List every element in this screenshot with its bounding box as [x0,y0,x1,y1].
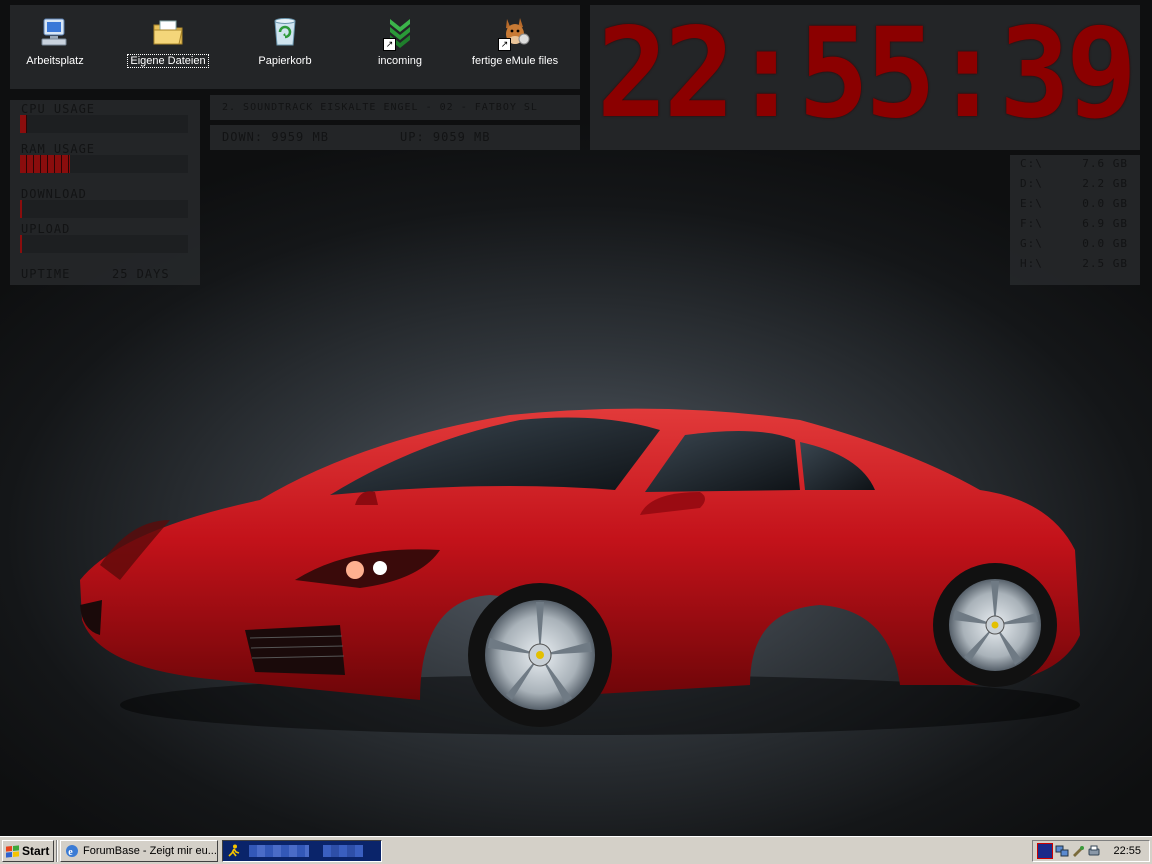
download-meter [20,200,188,218]
drive-space-panel: C:\ 7.6 GB D:\ 2.2 GB E:\ 0.0 GB F:\ 6.9 GB … [1010,155,1140,285]
now-playing-panel: 2. SOUNDTRACK EISKALTE ENGEL - 02 - FATB… [210,95,580,120]
cpu-usage-meter [20,115,188,133]
start-label: Start [22,844,50,858]
drive-row: E:\ 0.0 GB [1020,197,1128,210]
cpu-usage-fill [20,115,27,133]
blurred-task-title [249,845,309,857]
drive-free-space: 6.9 GB [1082,217,1128,230]
now-playing-text: 2. SOUNDTRACK EISKALTE ENGEL - 02 - FATB… [222,102,538,113]
desktop-icon-label: fertige eMule files [471,55,559,67]
ram-usage-meter [20,155,188,173]
green-download-arrow-icon: ↗ [383,15,417,51]
uptime-value: 25 DAYS [112,267,170,281]
desktop-icon-label: Papierkorb [258,55,312,67]
desktop-icon-label: incoming [377,55,423,67]
desktop-icon-panel: Arbeitsplatz Eigene Dateien Papierkorb ↗… [10,5,580,89]
desktop-icon-eigene-dateien[interactable]: Eigene Dateien [113,15,223,68]
desktop-icon-arbeitsplatz[interactable]: Arbeitsplatz [0,15,110,67]
upload-total: UP: 9059 MB [400,130,491,144]
internet-explorer-icon: e [66,845,78,858]
system-monitor-panel: CPU USAGE RAM USAGE DOWNLOAD UPLOAD UPTI… [10,100,200,285]
traffic-panel: DOWN: 9959 MB UP: 9059 MB [210,125,580,150]
drive-free-space: 0.0 GB [1082,197,1128,210]
my-computer-icon [38,15,72,49]
printer-tray-icon[interactable] [1087,844,1101,858]
drive-row: G:\ 0.0 GB [1020,237,1128,250]
ram-usage-fill [20,155,71,173]
red-sports-car-wallpaper [80,408,1080,735]
download-total: DOWN: 9959 MB [222,130,329,144]
desktop-icon-papierkorb[interactable]: Papierkorb [230,15,340,67]
desktop-icon-label: Eigene Dateien [127,54,209,68]
taskbar-separator [56,840,58,862]
recycle-bin-icon [268,15,302,49]
blurred-task-title [323,845,363,857]
upload-meter [20,235,188,253]
cpu-usage-label: CPU USAGE [21,102,96,116]
taskbar: Start e ForumBase - Zeigt mir eu... 22:5… [0,836,1152,864]
drive-letter: D:\ [1020,177,1043,190]
shortcut-arrow-icon: ↗ [383,38,396,51]
shortcut-arrow-icon: ↗ [498,38,511,51]
windows-logo-icon [6,844,19,858]
drive-free-space: 2.5 GB [1082,257,1128,270]
drive-row: H:\ 2.5 GB [1020,257,1128,270]
task-button-forumbase[interactable]: e ForumBase - Zeigt mir eu... [60,840,218,862]
download-label: DOWNLOAD [21,187,87,201]
uptime-label: UPTIME [21,267,71,281]
upload-label: UPLOAD [21,222,71,236]
network-tray-icon[interactable] [1055,844,1069,858]
desktop[interactable]: Arbeitsplatz Eigene Dateien Papierkorb ↗… [0,0,1152,836]
drive-free-space: 2.2 GB [1082,177,1128,190]
drive-letter: E:\ [1020,197,1043,210]
my-documents-folder-icon [151,15,185,49]
drive-letter: G:\ [1020,237,1043,250]
drive-letter: H:\ [1020,257,1043,270]
taskbar-clock[interactable]: 22:55 [1113,845,1141,857]
digital-clock: 22:55:39 [596,0,1137,146]
drive-free-space: 7.6 GB [1082,157,1128,170]
drive-letter: F:\ [1020,217,1043,230]
drive-row: D:\ 2.2 GB [1020,177,1128,190]
desktop-icon-fertige-emule-files[interactable]: ↗ fertige eMule files [460,15,570,67]
desktop-icon-incoming[interactable]: ↗ incoming [345,15,455,67]
ram-usage-label: RAM USAGE [21,142,96,156]
drive-row: C:\ 7.6 GB [1020,157,1128,170]
system-tray: 22:55 [1032,840,1150,862]
upload-fill [20,235,22,253]
desktop-icon-label: Arbeitsplatz [26,55,84,67]
antivirus-tray-icon[interactable] [1037,843,1053,859]
usb-device-tray-icon[interactable] [1071,844,1085,858]
drive-row: F:\ 6.9 GB [1020,217,1128,230]
emule-mule-icon: ↗ [498,15,532,51]
icq-running-man-icon [228,844,240,857]
drive-letter: C:\ [1020,157,1043,170]
start-button[interactable]: Start [2,840,54,862]
clock-panel: 22:55:39 [590,5,1140,150]
task-label: ForumBase - Zeigt mir eu... [83,845,217,857]
svg-text:e: e [68,847,73,858]
download-fill [20,200,22,218]
task-button-icq[interactable] [222,840,382,862]
drive-free-space: 0.0 GB [1082,237,1128,250]
